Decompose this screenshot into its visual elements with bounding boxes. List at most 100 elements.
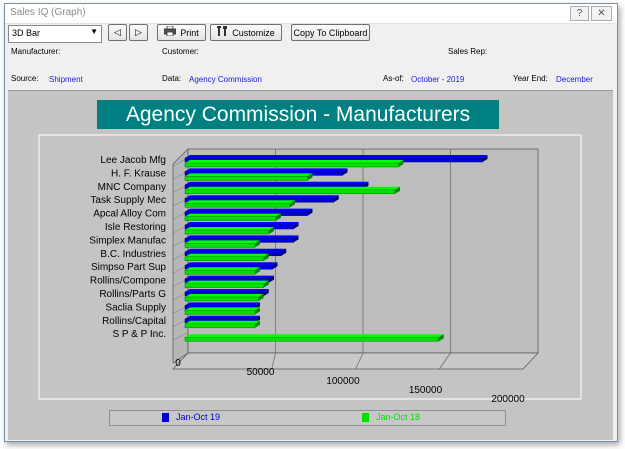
bar-jan-oct-18 bbox=[184, 256, 264, 262]
data-value: Agency Commission bbox=[189, 75, 262, 84]
year-end-label: Year End: bbox=[513, 74, 548, 83]
help-button[interactable]: ? bbox=[570, 6, 589, 21]
category-label: Rollins/Compone bbox=[90, 276, 167, 287]
bar-top-jan-oct-19 bbox=[185, 155, 488, 158]
legend-label-2019: Jan-Oct 19 bbox=[176, 412, 221, 422]
bar-jan-oct-18 bbox=[184, 216, 277, 221]
next-button[interactable]: ▷ bbox=[129, 24, 148, 41]
sales-rep-label: Sales Rep: bbox=[448, 47, 488, 56]
printer-icon bbox=[164, 25, 177, 39]
category-label: H. F. Krause bbox=[111, 168, 166, 179]
legend-label-2018: Jan-Oct 18 bbox=[376, 412, 421, 422]
floor bbox=[172, 352, 539, 370]
bar-top-jan-oct-19 bbox=[185, 289, 269, 292]
category-label: Rollins/Parts G bbox=[99, 289, 166, 300]
as-of-value: October - 2019 bbox=[411, 75, 465, 84]
bar-jan-oct-18 bbox=[184, 189, 396, 195]
legend-swatch-2018 bbox=[362, 413, 369, 422]
title-bar: Sales IQ (Graph) ? ✕ bbox=[5, 4, 617, 24]
category-label: B.C. Industries bbox=[100, 249, 166, 260]
category-label: Isle Restoring bbox=[105, 222, 166, 233]
category-label: S P & P Inc. bbox=[112, 329, 166, 340]
bar-top-jan-oct-19 bbox=[185, 222, 299, 225]
print-label: Print bbox=[180, 27, 199, 38]
toolbar: 3D Bar ▼ ◁ ▷ Print Customize Copy To Cli… bbox=[5, 23, 617, 45]
bar-top-jan-oct-18 bbox=[185, 200, 295, 204]
window-title: Sales IQ (Graph) bbox=[10, 7, 86, 18]
x-tick-label: 200000 bbox=[491, 394, 525, 405]
copy-to-clipboard-button[interactable]: Copy To Clipboard bbox=[291, 24, 370, 41]
bar-jan-oct-18 bbox=[184, 323, 256, 329]
category-label: Rollins/Capital bbox=[102, 316, 166, 327]
bar-top-jan-oct-18 bbox=[185, 213, 281, 217]
manufacturer-label: Manufacturer: bbox=[11, 47, 61, 56]
arrow-left-icon: ◁ bbox=[114, 27, 121, 37]
previous-button[interactable]: ◁ bbox=[108, 24, 127, 41]
category-label: Apcal Alloy Com bbox=[93, 209, 166, 220]
report-info-bar: Manufacturer: Customer: Sales Rep: Sourc… bbox=[5, 45, 617, 89]
customize-label: Customize bbox=[232, 27, 275, 38]
category-label: Lee Jacob Mfg bbox=[100, 155, 166, 166]
year-end-value: December bbox=[556, 75, 593, 84]
bar-jan-oct-18 bbox=[184, 296, 259, 302]
bar-jan-oct-18 bbox=[184, 310, 256, 315]
source-label: Source: bbox=[11, 74, 39, 83]
bar-jan-oct-18 bbox=[184, 283, 264, 288]
category-label: MNC Company bbox=[98, 182, 166, 193]
bar-jan-oct-18 bbox=[184, 176, 308, 181]
legend-swatch-2019 bbox=[162, 413, 169, 422]
bar-top-jan-oct-19 bbox=[185, 315, 260, 319]
bar-top-jan-oct-18 bbox=[185, 186, 400, 190]
customer-label: Customer: bbox=[162, 47, 199, 56]
bar-top-jan-oct-19 bbox=[185, 262, 278, 266]
bar-top-jan-oct-18 bbox=[185, 173, 313, 177]
bar-jan-oct-18 bbox=[184, 162, 399, 168]
bar-top-jan-oct-19 bbox=[185, 181, 369, 185]
x-tick-label: 0 bbox=[175, 358, 181, 369]
bar-top-jan-oct-18 bbox=[185, 307, 260, 311]
bar-top-jan-oct-18 bbox=[185, 253, 269, 257]
bar-top-jan-oct-18 bbox=[185, 294, 264, 297]
data-label: Data: bbox=[162, 74, 182, 83]
x-tick-label: 50000 bbox=[247, 367, 275, 378]
bar-jan-oct-18 bbox=[184, 269, 256, 275]
bar-top-jan-oct-19 bbox=[185, 235, 299, 239]
arrow-right-icon: ▷ bbox=[135, 27, 142, 37]
bar-top-jan-oct-19 bbox=[185, 248, 287, 252]
bar-top-jan-oct-19 bbox=[185, 302, 260, 306]
graph-area: Agency Commission - Manufacturers Lee Ja… bbox=[8, 90, 613, 440]
bar-top-jan-oct-18 bbox=[185, 280, 269, 284]
x-tick-label: 100000 bbox=[326, 376, 360, 387]
bar-top-jan-oct-18 bbox=[185, 227, 274, 230]
x-tick-label: 150000 bbox=[409, 385, 443, 396]
bar-top-jan-oct-19 bbox=[185, 195, 339, 199]
chart-type-value: 3D Bar bbox=[12, 28, 41, 38]
as-of-label: As-of: bbox=[383, 74, 404, 83]
bar-top-jan-oct-19 bbox=[185, 168, 348, 172]
bar-jan-oct-18 bbox=[184, 229, 270, 235]
source-value: Shipment bbox=[49, 75, 83, 84]
copy-to-clipboard-label: Copy To Clipboard bbox=[293, 27, 368, 38]
chart-legend: Jan-Oct 19 Jan-Oct 18 bbox=[109, 410, 506, 426]
bar-top-jan-oct-18 bbox=[185, 160, 404, 163]
close-button[interactable]: ✕ bbox=[591, 6, 612, 21]
chart-type-dropdown[interactable]: 3D Bar ▼ bbox=[8, 25, 102, 43]
category-label: Saclia Supply bbox=[105, 302, 166, 313]
tools-icon bbox=[217, 26, 228, 39]
bar-top-jan-oct-18 bbox=[185, 240, 260, 244]
bar-top-jan-oct-19 bbox=[185, 208, 313, 212]
print-button[interactable]: Print bbox=[157, 24, 206, 41]
category-label: Task Supply Mec bbox=[90, 195, 166, 206]
bar-chart: Lee Jacob Mfg H. F. Krause MNC Company Task… bbox=[38, 134, 582, 405]
customize-button[interactable]: Customize bbox=[210, 24, 282, 41]
bar-jan-oct-18 bbox=[184, 243, 256, 248]
category-label: Simpso Part Sup bbox=[91, 262, 166, 273]
bar-top-jan-oct-18 bbox=[185, 320, 260, 324]
chevron-down-icon: ▼ bbox=[90, 27, 98, 36]
bar-top-jan-oct-19 bbox=[185, 275, 274, 279]
bar-jan-oct-18 bbox=[184, 202, 291, 208]
bar-top-jan-oct-18 bbox=[185, 267, 260, 271]
bar-jan-oct-18 bbox=[184, 336, 439, 342]
sales-iq-graph-window: Sales IQ (Graph) ? ✕ 3D Bar ▼ ◁ ▷ Print … bbox=[4, 3, 618, 442]
bar-top-jan-oct-18 bbox=[185, 334, 444, 338]
